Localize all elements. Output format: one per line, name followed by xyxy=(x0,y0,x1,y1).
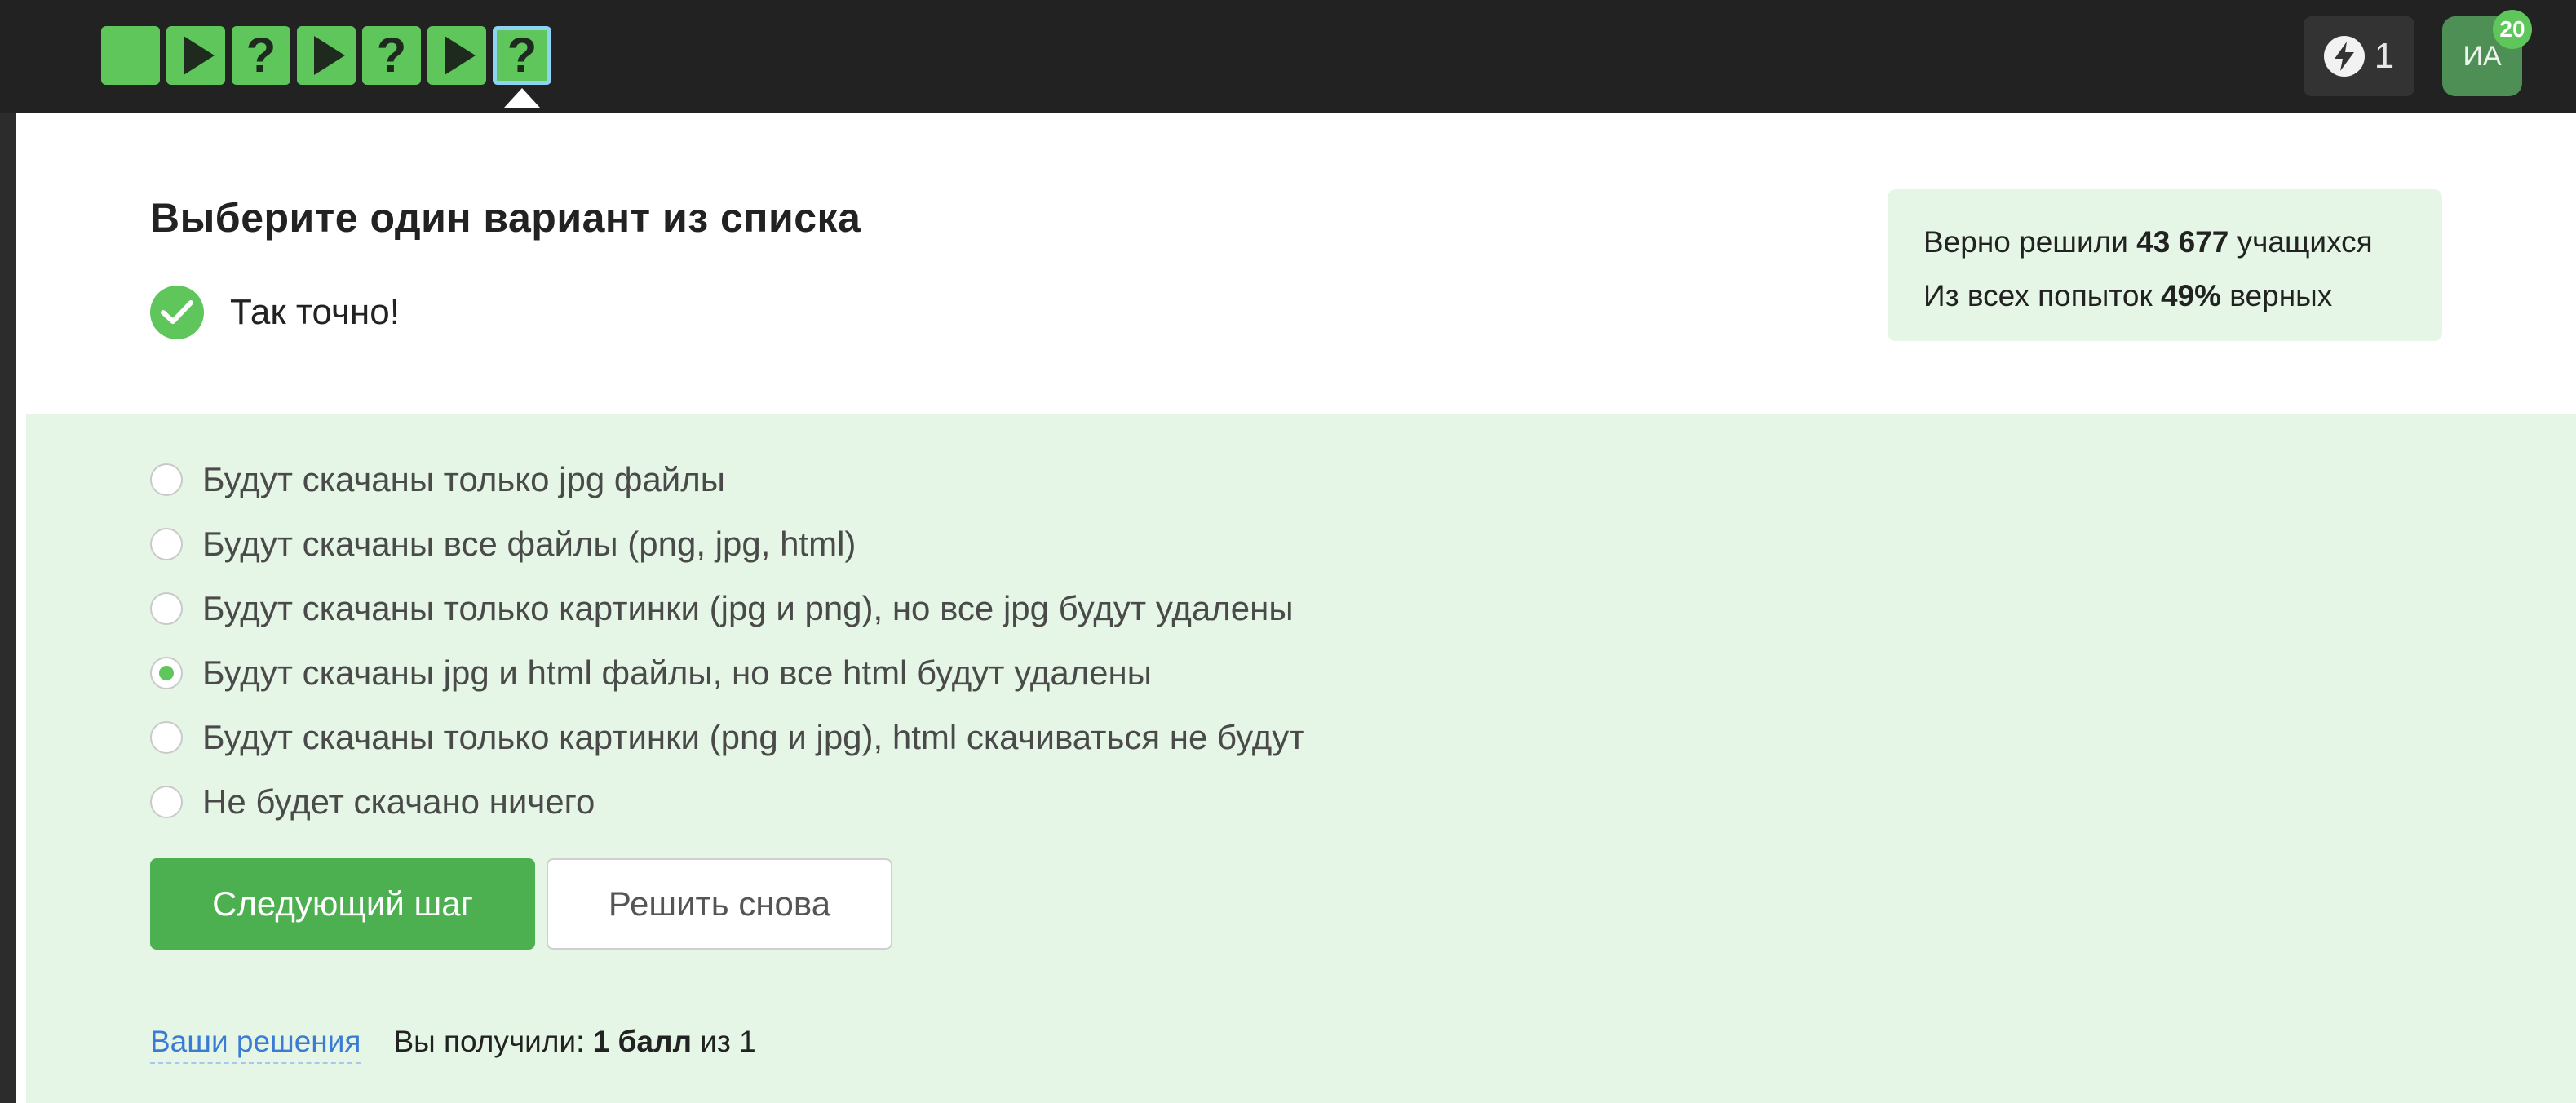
play-icon xyxy=(314,36,345,75)
avatar-initials: ИА xyxy=(2463,40,2502,72)
energy-counter[interactable]: 1 xyxy=(2304,16,2414,96)
radio-button[interactable] xyxy=(150,527,183,560)
energy-count: 1 xyxy=(2374,36,2395,76)
step-video[interactable] xyxy=(166,26,225,85)
option-6[interactable]: Не будет скачано ничего xyxy=(150,769,1304,834)
radio-button[interactable] xyxy=(150,591,183,625)
top-bar: ? ? ? 1 ИА 20 xyxy=(0,0,2576,113)
checkmark-icon xyxy=(150,286,204,339)
radio-button[interactable] xyxy=(150,463,183,496)
step-video[interactable] xyxy=(297,26,356,85)
options-list: Будут скачаны только jpg файлы Будут ска… xyxy=(150,447,1304,834)
question-title: Выберите один вариант из списка xyxy=(150,195,861,241)
question-mark-icon: ? xyxy=(376,28,407,82)
stats-solved: Верно решили 43 677 учащихся xyxy=(1923,225,2373,259)
step-quiz[interactable]: ? xyxy=(362,26,421,85)
radio-button[interactable] xyxy=(150,785,183,818)
score-footer: Ваши решения Вы получили: 1 балл из 1 xyxy=(150,1025,756,1064)
step-quiz-current[interactable]: ? xyxy=(493,26,551,108)
step-text[interactable] xyxy=(101,26,160,85)
result-message: Так точно! xyxy=(150,286,400,339)
answer-area: Будут скачаны только jpg файлы Будут ска… xyxy=(26,414,2576,1103)
option-5[interactable]: Будут скачаны только картинки (png и jpg… xyxy=(150,705,1304,769)
option-3[interactable]: Будут скачаны только картинки (jpg и png… xyxy=(150,576,1304,640)
user-avatar[interactable]: ИА 20 xyxy=(2442,10,2532,96)
lesson-steps: ? ? ? xyxy=(101,26,551,108)
step-quiz[interactable]: ? xyxy=(232,26,290,85)
notification-badge: 20 xyxy=(2493,10,2532,49)
option-4[interactable]: Будут скачаны jpg и html файлы, но все h… xyxy=(150,640,1304,705)
next-step-button[interactable]: Следующий шаг xyxy=(150,858,535,950)
play-icon xyxy=(184,36,215,75)
step-video[interactable] xyxy=(427,26,486,85)
option-2[interactable]: Будут скачаны все файлы (png, jpg, html) xyxy=(150,512,1304,576)
stats-success-rate: Из всех попыток 49% верных xyxy=(1923,279,2333,312)
step-content: Выберите один вариант из списка Так точн… xyxy=(16,113,2576,1103)
option-1[interactable]: Будут скачаны только jpg файлы xyxy=(150,447,1304,512)
score-text: Вы получили: 1 балл из 1 xyxy=(393,1025,756,1058)
your-solutions-link[interactable]: Ваши решения xyxy=(150,1025,361,1064)
solve-stats: Верно решили 43 677 учащихся Из всех поп… xyxy=(1888,189,2442,341)
lightning-icon xyxy=(2323,36,2365,77)
question-mark-icon: ? xyxy=(507,28,538,82)
radio-button[interactable] xyxy=(150,720,183,754)
solve-again-button[interactable]: Решить снова xyxy=(547,858,892,950)
play-icon xyxy=(445,36,476,75)
radio-button[interactable] xyxy=(150,656,183,689)
question-mark-icon: ? xyxy=(246,28,277,82)
result-text: Так точно! xyxy=(230,292,400,332)
